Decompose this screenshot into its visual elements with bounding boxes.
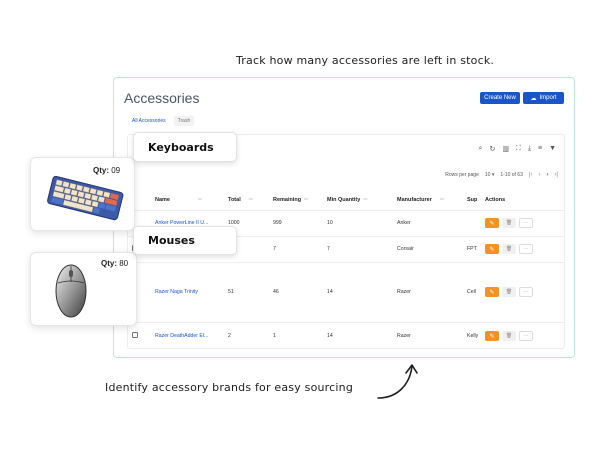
- top-caption: Track how many accessories are left in s…: [236, 54, 495, 67]
- row-manufacturer: Anker: [397, 220, 411, 226]
- row-actions: ✎ 🗑 ···: [485, 218, 533, 228]
- refresh-icon[interactable]: ↻: [489, 145, 495, 153]
- edit-icon[interactable]: ✎: [485, 287, 499, 297]
- row-supplier: FPT: [467, 246, 477, 252]
- column-header-manufacturer[interactable]: Manufacturer ═: [397, 197, 444, 203]
- next-page-icon[interactable]: ›: [546, 172, 548, 178]
- accessories-app: Accessories Create New ☁ Import All Acce…: [113, 77, 575, 358]
- pagination: Rows per page 10 ▾ 1-10 of 63 |‹ ‹ › ›|: [445, 172, 558, 178]
- trash-icon[interactable]: 🗑: [502, 331, 516, 341]
- row-actions: ✎ 🗑 ···: [485, 244, 533, 254]
- row-min-quantity: 14: [327, 333, 333, 339]
- sort-icon[interactable]: ≡: [538, 145, 542, 153]
- row-manufacturer: Razer: [397, 289, 411, 295]
- bottom-caption: Identify accessory brands for easy sourc…: [105, 381, 354, 394]
- mouses-label: Mouses: [133, 226, 237, 255]
- row-supplier: Kelly: [467, 333, 479, 339]
- more-icon[interactable]: ···: [519, 331, 533, 341]
- trash-icon[interactable]: 🗑: [502, 287, 516, 297]
- row-total: 2: [228, 333, 231, 339]
- table-header: Name ═ Total ═ Remaining ═ Min Quantity ═ Ma…: [128, 195, 564, 209]
- page-title: Accessories: [124, 90, 200, 106]
- row-remaining: 46: [273, 289, 279, 295]
- table-row: Razer Naga Trinity 51 46 14 Razer Cell ✎…: [128, 262, 564, 322]
- up-arrow-icon: [377, 364, 418, 399]
- row-min-quantity: 14: [327, 289, 333, 295]
- row-min-quantity: 10: [327, 220, 333, 226]
- tab-trash[interactable]: Trash: [173, 116, 195, 126]
- column-header-actions: Actions: [485, 197, 506, 203]
- keyboard-icon: [47, 175, 124, 221]
- trash-icon[interactable]: 🗑: [502, 218, 516, 228]
- tab-bar: All Accessories Trash: [128, 116, 195, 126]
- row-actions: ✎ 🗑 ···: [485, 287, 533, 297]
- row-name-link[interactable]: Razer Naga Trinity: [155, 289, 198, 295]
- mouse-stock-card: Qty: 80: [30, 252, 137, 326]
- table-toolbar: ⌕ ↻ ▥ ⛶ ⤓ ≡ ▼: [479, 145, 556, 153]
- more-icon[interactable]: ···: [519, 218, 533, 228]
- import-label: Import: [539, 95, 557, 101]
- keyboards-label: Keyboards: [133, 132, 237, 162]
- keyboard-stock-card: Qty: 09: [30, 157, 135, 231]
- import-button[interactable]: ☁ Import: [523, 92, 564, 104]
- fullscreen-icon[interactable]: ⛶: [516, 145, 521, 153]
- columns-icon[interactable]: ▥: [502, 145, 509, 153]
- row-manufacturer: Razer: [397, 333, 411, 339]
- cloud-upload-icon: ☁: [530, 95, 537, 102]
- trash-icon[interactable]: 🗑: [502, 244, 516, 254]
- last-page-icon[interactable]: ›|: [554, 172, 558, 178]
- column-header-name[interactable]: Name ═: [155, 197, 202, 203]
- rows-per-page-label: Rows per page: [445, 172, 479, 178]
- column-header-min-quantity[interactable]: Min Quantity ═: [327, 197, 367, 203]
- search-icon[interactable]: ⌕: [479, 145, 483, 153]
- more-icon[interactable]: ···: [519, 244, 533, 254]
- tab-all-accessories[interactable]: All Accessories: [128, 116, 170, 126]
- page-range: 1-10 of 63: [500, 172, 523, 178]
- edit-icon[interactable]: ✎: [485, 244, 499, 254]
- edit-icon[interactable]: ✎: [485, 218, 499, 228]
- row-remaining: 999: [273, 220, 282, 226]
- filter-icon[interactable]: ▼: [549, 145, 556, 153]
- more-icon[interactable]: ···: [519, 287, 533, 297]
- row-checkbox[interactable]: [132, 332, 138, 338]
- column-header-remaining[interactable]: Remaining ═: [273, 197, 308, 203]
- row-actions: ✎ 🗑 ···: [485, 331, 533, 341]
- row-remaining: 1: [273, 333, 276, 339]
- row-supplier: Cell: [467, 289, 476, 295]
- mouse-icon: [55, 264, 87, 318]
- column-header-supplier[interactable]: Sup: [467, 197, 477, 203]
- create-new-button[interactable]: Create New: [480, 92, 520, 104]
- edit-icon[interactable]: ✎: [485, 331, 499, 341]
- column-header-total[interactable]: Total ═: [228, 197, 253, 203]
- row-manufacturer: Corsair: [397, 246, 414, 252]
- table-row: Razer DeathAdder El... 2 1 14 Razer Kell…: [128, 322, 564, 350]
- download-icon[interactable]: ⤓: [528, 145, 531, 153]
- mouse-qty: Qty: 80: [101, 259, 129, 268]
- row-name-link[interactable]: Razer DeathAdder El...: [155, 333, 208, 339]
- row-remaining: 7: [273, 246, 276, 252]
- rows-per-page-select[interactable]: 10 ▾: [485, 172, 494, 178]
- row-min-quantity: 7: [327, 246, 330, 252]
- prev-page-icon[interactable]: ‹: [538, 172, 540, 178]
- row-total: 51: [228, 289, 234, 295]
- first-page-icon[interactable]: |‹: [529, 172, 533, 178]
